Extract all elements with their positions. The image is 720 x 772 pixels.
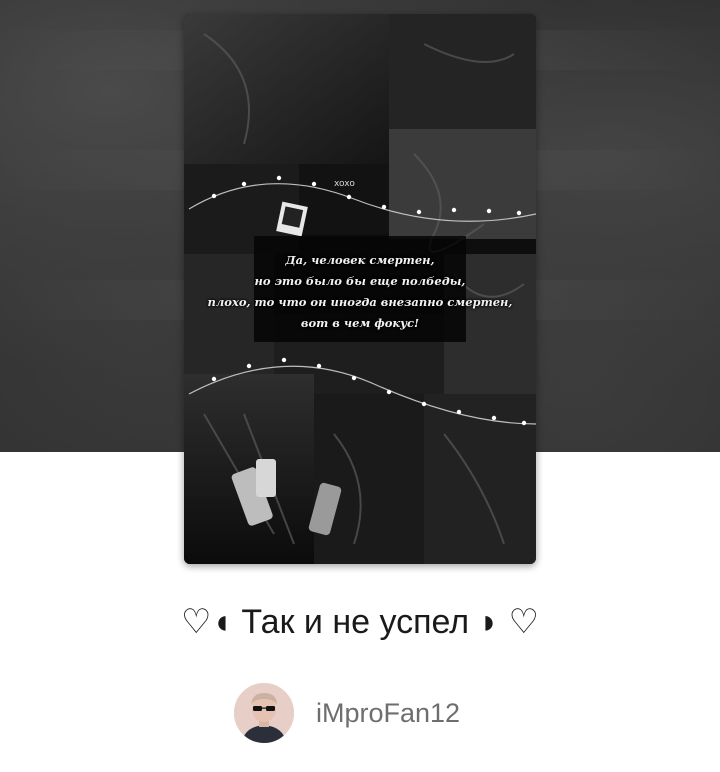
author-username[interactable]: iMproFan12 xyxy=(316,698,460,729)
quote-line: но это было бы еще полбеды, xyxy=(254,274,466,288)
quote-line: плохо, то что он иногда внезапно смертен… xyxy=(207,295,513,309)
quote-line: вот в чем фокус! xyxy=(300,316,420,330)
author-avatar[interactable] xyxy=(234,683,294,743)
author-row[interactable]: iMproFan12 xyxy=(234,683,460,743)
cover-badge-text: xoxo xyxy=(334,179,355,189)
story-cover-image[interactable]: xoxo Да, человек смертен, но это было бы… xyxy=(184,14,536,564)
story-title: ♡◖ Так и не успел ◗ ♡ xyxy=(180,603,540,641)
cover-quote: Да, человек смертен, но это было бы еще … xyxy=(184,250,536,334)
quote-line: Да, человек смертен, xyxy=(285,253,435,267)
avatar-with-sunglasses-icon xyxy=(234,683,294,743)
